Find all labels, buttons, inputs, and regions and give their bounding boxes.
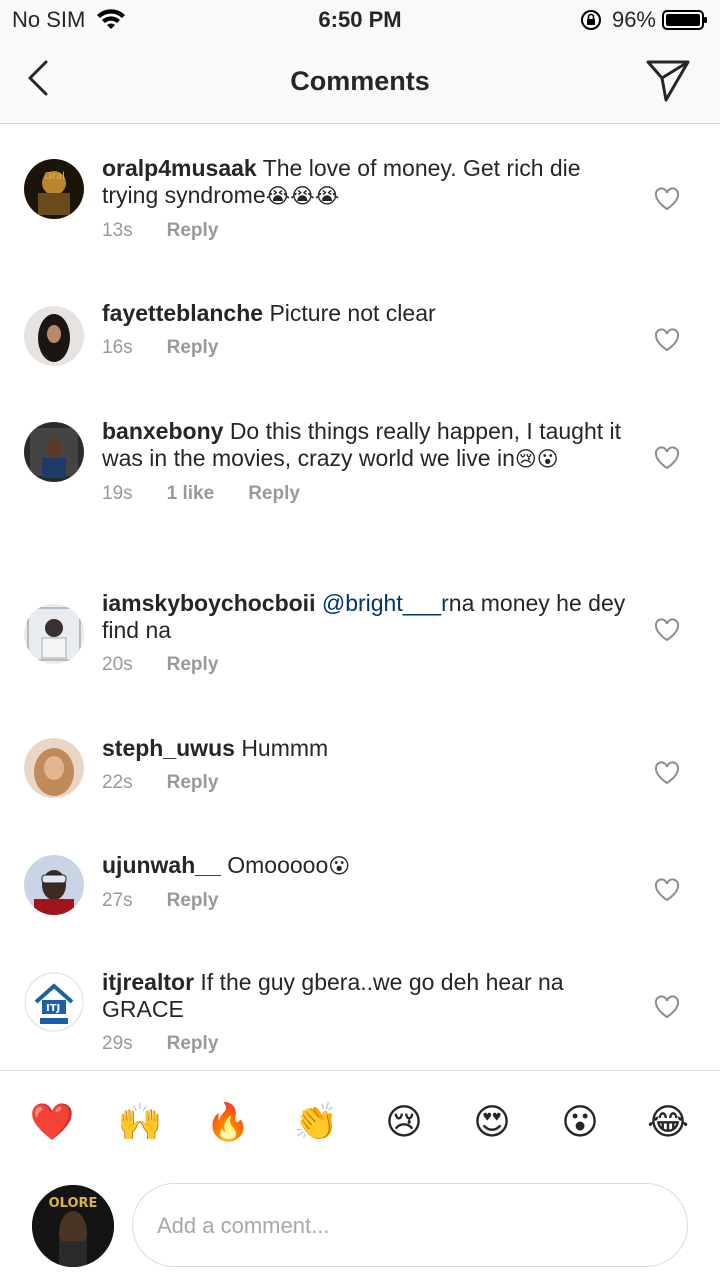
- status-battery-group: 96%: [580, 7, 708, 33]
- svg-text:Oral: Oral: [44, 171, 65, 182]
- reply-button[interactable]: Reply: [167, 337, 219, 359]
- avatar[interactable]: [24, 738, 84, 798]
- comment-emoji: 😭😭😭: [265, 184, 340, 208]
- comment-item: ITJ itjrealtor If the guy gbera..we go d…: [0, 969, 720, 1069]
- comment-input-container[interactable]: [132, 1183, 688, 1267]
- reply-button[interactable]: Reply: [167, 890, 219, 912]
- comment-meta: 13s Reply: [102, 220, 632, 242]
- reply-button[interactable]: Reply: [167, 220, 219, 242]
- reply-button[interactable]: Reply: [167, 654, 219, 676]
- comment-body: itjrealtor If the guy gbera..we go deh h…: [102, 969, 632, 1055]
- comment-meta: 20s Reply: [102, 654, 632, 676]
- comment-item: ujunwah__ Omooooo😮 27s Reply: [0, 852, 720, 942]
- comment-body: oralp4musaak The love of money. Get rich…: [102, 155, 632, 242]
- my-avatar: OLORE: [32, 1185, 114, 1267]
- reaction-crying-button[interactable]: 😢: [380, 1099, 428, 1147]
- reply-button[interactable]: Reply: [248, 483, 300, 505]
- comment-meta: 29s Reply: [102, 1033, 632, 1055]
- comment-meta: 27s Reply: [102, 890, 632, 912]
- mention-link[interactable]: @bright___r: [322, 590, 449, 616]
- username[interactable]: itjrealtor: [102, 969, 194, 995]
- reaction-heart-eyes-button[interactable]: 😍: [468, 1099, 516, 1147]
- avatar[interactable]: [24, 604, 84, 664]
- svg-text:ITJ: ITJ: [46, 1003, 60, 1014]
- like-count[interactable]: 1 like: [167, 483, 215, 505]
- comment-time: 16s: [102, 337, 133, 358]
- comment-item: steph_uwus Hummm 22s Reply: [0, 735, 720, 825]
- comments-list: Oral oralp4musaak The love of money. Get…: [0, 125, 720, 1069]
- rotation-lock-icon: [580, 9, 602, 31]
- comment-item: Oral oralp4musaak The love of money. Get…: [0, 155, 720, 275]
- page-title: Comments: [290, 66, 430, 96]
- username[interactable]: steph_uwus: [102, 735, 235, 761]
- username[interactable]: fayetteblanche: [102, 300, 263, 326]
- reaction-heart-button[interactable]: ❤️: [28, 1099, 76, 1147]
- comment-message: Picture not clear: [269, 300, 436, 326]
- reaction-clap-button[interactable]: 👏: [292, 1099, 340, 1147]
- comment-body: fayetteblanche Picture not clear 16s Rep…: [102, 300, 632, 359]
- username[interactable]: iamskyboychocboii: [102, 590, 315, 616]
- comment-text: iamskyboychocboii @bright___rna money he…: [102, 590, 632, 644]
- comment-item: iamskyboychocboii @bright___rna money he…: [0, 590, 720, 690]
- username[interactable]: oralp4musaak: [102, 155, 257, 181]
- reply-button[interactable]: Reply: [167, 772, 219, 794]
- comment-emoji: 😢😮: [514, 447, 559, 471]
- comment-emoji: 😮: [328, 854, 351, 878]
- comment-meta: 19s 1 like Reply: [102, 483, 632, 505]
- like-heart-icon[interactable]: [654, 878, 680, 902]
- reaction-surprised-button[interactable]: 😮: [556, 1099, 604, 1147]
- comment-message: Omooooo: [227, 852, 329, 878]
- comment-item: fayetteblanche Picture not clear 16s Rep…: [0, 300, 720, 390]
- comment-text: banxebony Do this things really happen, …: [102, 418, 632, 473]
- avatar[interactable]: [24, 422, 84, 482]
- comment-text: itjrealtor If the guy gbera..we go deh h…: [102, 969, 632, 1023]
- avatar[interactable]: [24, 855, 84, 915]
- reaction-laughing-button[interactable]: 😂: [644, 1099, 692, 1147]
- battery-icon: [662, 9, 708, 31]
- my-avatar-logo-text: OLORE: [49, 1196, 98, 1211]
- comment-composer-area: ❤️ 🙌 🔥 👏 😢 😍 😮 😂 OLORE: [0, 1070, 720, 1280]
- username[interactable]: banxebony: [102, 418, 223, 444]
- status-bar: No SIM 6:50 PM 96%: [0, 0, 720, 40]
- comment-body: steph_uwus Hummm 22s Reply: [102, 735, 632, 794]
- like-heart-icon[interactable]: [654, 328, 680, 352]
- like-heart-icon[interactable]: [654, 761, 680, 785]
- comment-time: 22s: [102, 772, 133, 793]
- nav-bar: Comments: [0, 40, 720, 124]
- comment-input[interactable]: [157, 1208, 657, 1244]
- comment-time: 19s: [102, 483, 133, 504]
- like-heart-icon[interactable]: [654, 995, 680, 1019]
- battery-percent: 96%: [611, 7, 656, 32]
- comment-text: steph_uwus Hummm: [102, 735, 632, 762]
- comment-body: ujunwah__ Omooooo😮 27s Reply: [102, 852, 632, 912]
- comment-message: Hummm: [241, 735, 329, 761]
- avatar[interactable]: [24, 306, 84, 366]
- comment-meta: 22s Reply: [102, 772, 632, 794]
- comment-text: ujunwah__ Omooooo😮: [102, 852, 632, 880]
- username[interactable]: ujunwah__: [102, 852, 221, 878]
- comment-time: 13s: [102, 220, 133, 241]
- comment-time: 29s: [102, 1033, 133, 1054]
- avatar[interactable]: Oral: [24, 159, 84, 219]
- comment-meta: 16s Reply: [102, 337, 632, 359]
- reaction-fire-button[interactable]: 🔥: [204, 1099, 252, 1147]
- like-heart-icon[interactable]: [654, 446, 680, 470]
- comment-body: iamskyboychocboii @bright___rna money he…: [102, 590, 632, 676]
- reaction-raised-hands-button[interactable]: 🙌: [116, 1099, 164, 1147]
- comment-text: fayetteblanche Picture not clear: [102, 300, 632, 327]
- comment-time: 20s: [102, 654, 133, 675]
- comment-time: 27s: [102, 890, 133, 911]
- reply-button[interactable]: Reply: [167, 1033, 219, 1055]
- like-heart-icon[interactable]: [654, 618, 680, 642]
- comment-item: banxebony Do this things really happen, …: [0, 418, 720, 568]
- direct-send-icon[interactable]: [644, 56, 692, 104]
- comment-text: oralp4musaak The love of money. Get rich…: [102, 155, 632, 210]
- comment-body: banxebony Do this things really happen, …: [102, 418, 632, 505]
- quick-reaction-bar: ❤️ 🙌 🔥 👏 😢 😍 😮 😂: [0, 1099, 720, 1149]
- avatar[interactable]: ITJ: [24, 972, 84, 1032]
- like-heart-icon[interactable]: [654, 187, 680, 211]
